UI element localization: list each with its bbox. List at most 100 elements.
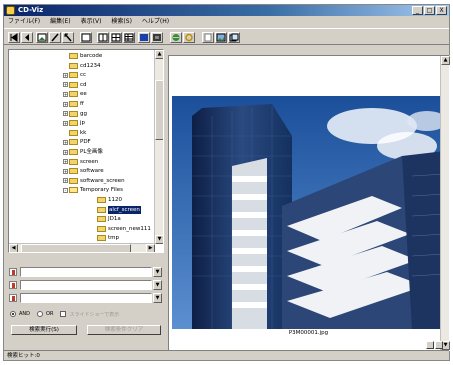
expander-icon[interactable]: +	[63, 82, 68, 88]
folder-icon	[69, 62, 78, 69]
blue-icon[interactable]	[138, 32, 150, 43]
minimize-button[interactable]: _	[412, 6, 423, 15]
tree-item[interactable]: screen_new111	[91, 225, 151, 233]
or-label: OR	[46, 311, 54, 317]
tree-item-label: cd1234	[80, 62, 101, 69]
draw-icon[interactable]	[49, 32, 61, 43]
menu-edit[interactable]: 編集(E)	[50, 17, 70, 27]
tree-item[interactable]: alcf_screen	[91, 205, 141, 214]
expander-icon[interactable]: +	[63, 72, 68, 78]
scroll-up-icon[interactable]: ▲	[441, 56, 450, 65]
expander-icon[interactable]: +	[63, 159, 68, 165]
menu-help[interactable]: ヘルプ(H)	[142, 17, 169, 27]
page-icon[interactable]	[202, 32, 214, 43]
view-detail-icon[interactable]	[123, 32, 135, 43]
tree-horizontal-scrollbar[interactable]: ◀ ▶	[9, 243, 155, 252]
tree-item[interactable]: + gg	[63, 110, 87, 118]
and-radio[interactable]	[10, 311, 16, 317]
fit-icon[interactable]	[435, 341, 443, 349]
tree-item[interactable]: cd1234	[63, 62, 101, 70]
prev-icon[interactable]	[21, 32, 33, 43]
preview-image[interactable]	[172, 96, 445, 343]
rect-icon[interactable]	[80, 32, 92, 43]
tree-item[interactable]: - Temporary Files	[63, 186, 123, 194]
tree-item[interactable]: + screen	[63, 158, 98, 166]
multi-icon[interactable]	[228, 32, 240, 43]
keyword-icon	[9, 268, 17, 276]
select-icon[interactable]	[62, 32, 74, 43]
preview-vertical-scrollbar[interactable]: ▲ ▼	[440, 56, 450, 350]
expander-icon[interactable]: +	[63, 91, 68, 97]
maximize-button[interactable]: □	[424, 6, 435, 15]
dropdown-arrow-icon[interactable]: ▼	[153, 293, 162, 303]
scroll-right-icon[interactable]: ▶	[146, 244, 155, 252]
search-row-2: ▼	[8, 280, 164, 290]
folder-icon	[69, 53, 78, 59]
folder-icon	[69, 72, 78, 79]
expander-icon[interactable]: +	[63, 149, 68, 155]
search-field-3[interactable]	[20, 293, 152, 303]
tree-item[interactable]: 1120	[91, 196, 122, 204]
tree-item[interactable]: + ff	[63, 100, 84, 108]
slideshow-label: スライドショーで表示	[69, 311, 120, 318]
hscroll-thumb[interactable]	[21, 244, 131, 252]
tree-item[interactable]: + jp	[63, 119, 85, 127]
scroll-up-icon[interactable]: ▲	[155, 50, 163, 59]
search-options: AND OR スライドショーで表示	[10, 309, 164, 319]
clear-button[interactable]: 検索条件クリア	[87, 325, 161, 335]
search-button[interactable]: 検索実行(S)	[11, 325, 77, 335]
scroll-left-icon[interactable]: ◀	[9, 244, 18, 252]
view-single-icon[interactable]	[97, 32, 109, 43]
tree-item[interactable]: + software_screen	[63, 177, 125, 185]
image-filename: P3M00001.jpg	[172, 329, 445, 338]
tree-item[interactable]: + cd	[63, 81, 87, 89]
zoom-icon[interactable]	[426, 341, 434, 349]
window-title: CD-Viz	[18, 6, 44, 14]
tree-item[interactable]: + software	[63, 167, 104, 175]
title-bar[interactable]: CD-Viz _ □ X	[4, 5, 449, 16]
image-icon[interactable]	[36, 32, 48, 43]
tree-vertical-scrollbar[interactable]: ▲ ▼	[154, 50, 163, 244]
app-icon	[6, 6, 15, 15]
stop-icon[interactable]	[151, 32, 163, 43]
expander-icon[interactable]: +	[63, 168, 68, 174]
menu-search[interactable]: 検索(S)	[111, 17, 132, 27]
folder-icon	[69, 149, 78, 155]
view-grid-icon[interactable]	[110, 32, 122, 43]
folder-icon	[69, 120, 78, 127]
picture-icon[interactable]	[215, 32, 227, 43]
expander-icon[interactable]: -	[63, 187, 68, 193]
tree-item[interactable]: + PL全画像	[63, 148, 103, 156]
scroll-down-icon[interactable]: ▼	[155, 235, 163, 244]
tree-item[interactable]: kk	[63, 129, 86, 137]
tree-item[interactable]: barcode	[63, 52, 102, 60]
tree-item[interactable]: tmp	[91, 234, 119, 242]
tree-item-label: JD1a	[108, 216, 121, 223]
tree-item[interactable]: JD1a	[91, 215, 121, 223]
expander-icon[interactable]: +	[63, 178, 68, 184]
tree-item-label: software	[80, 168, 104, 175]
expander-icon[interactable]: +	[63, 139, 68, 145]
dropdown-arrow-icon[interactable]: ▼	[153, 267, 162, 277]
expander-icon[interactable]: +	[63, 101, 68, 107]
tree-item-label: PL全画像	[80, 149, 103, 155]
expander-icon[interactable]: +	[63, 120, 68, 126]
tree-item[interactable]: + cc	[63, 71, 86, 79]
search-field-1[interactable]	[20, 267, 152, 277]
slideshow-checkbox[interactable]	[60, 311, 67, 317]
tree-item[interactable]: + ee	[63, 90, 87, 98]
menu-view[interactable]: 表示(V)	[81, 17, 102, 27]
tree-item-label: ff	[80, 101, 84, 107]
first-icon[interactable]	[8, 32, 20, 43]
globe-icon[interactable]	[170, 32, 182, 43]
refresh-icon[interactable]	[183, 32, 195, 43]
dropdown-arrow-icon[interactable]: ▼	[153, 280, 162, 290]
tree-item[interactable]: + PDF	[63, 138, 91, 146]
menu-file[interactable]: ファイル(F)	[8, 17, 40, 27]
folder-tree[interactable]: barcode cd1234 + cc + cd + ee + ff + gg + jp kk + PDF + PL…	[8, 49, 164, 253]
expander-icon[interactable]: +	[63, 111, 68, 117]
scroll-thumb[interactable]	[155, 80, 163, 140]
search-field-2[interactable]	[20, 280, 152, 290]
or-radio[interactable]	[37, 311, 44, 317]
close-button[interactable]: X	[436, 6, 447, 15]
